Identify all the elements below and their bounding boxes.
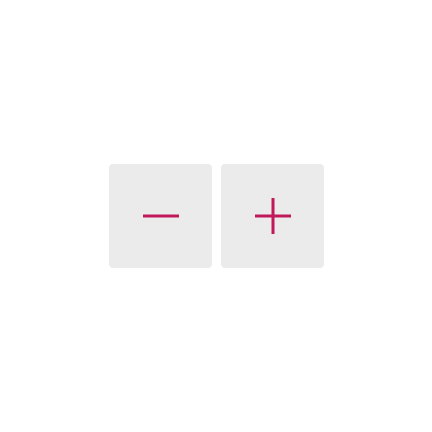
canvas-area [0, 0, 432, 432]
plus-icon [253, 196, 293, 236]
minus-icon [141, 196, 181, 236]
zoom-in-button[interactable] [221, 164, 324, 268]
zoom-out-button[interactable] [109, 164, 212, 268]
zoom-control [109, 164, 324, 268]
